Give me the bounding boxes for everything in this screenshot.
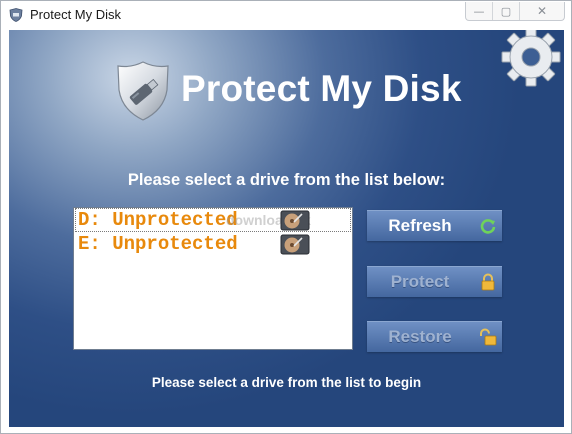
main-panel: Protect My Disk Please select a drive fr… [9, 30, 564, 427]
gear-icon[interactable] [500, 30, 562, 88]
drive-label: D: Unprotected [78, 209, 238, 231]
app-window: Protect My Disk — ▢ ✕ Protect My Disk Pl… [0, 0, 572, 434]
protect-button[interactable]: Protect [367, 266, 502, 297]
drive-list[interactable]: D: Unprotected download.sk E: Unprotecte… [73, 207, 353, 350]
hard-drive-icon [280, 210, 310, 231]
restore-button[interactable]: Restore [367, 321, 502, 352]
app-shield-icon [9, 8, 23, 22]
refresh-icon [480, 219, 496, 234]
maximize-button[interactable]: ▢ [492, 2, 519, 20]
window-title: Protect My Disk [30, 7, 122, 22]
window-controls: — ▢ ✕ [465, 2, 565, 21]
app-logo-title: Protect My Disk [181, 68, 462, 109]
protect-label: Protect [390, 272, 450, 291]
refresh-label: Refresh [388, 216, 452, 235]
drive-item-d[interactable]: D: Unprotected download.sk [75, 208, 351, 232]
close-button[interactable]: ✕ [519, 2, 564, 20]
instruction-text: Please select a drive from the list belo… [127, 171, 446, 189]
lock-closed-icon [481, 273, 495, 291]
refresh-button[interactable]: Refresh [367, 210, 502, 241]
status-text: Please select a drive from the list to b… [151, 375, 422, 390]
drive-label: E: Unprotected [78, 233, 238, 255]
restore-label: Restore [388, 327, 452, 346]
lock-open-icon [480, 328, 497, 346]
hard-drive-icon [280, 234, 310, 255]
minimize-button[interactable]: — [466, 2, 492, 20]
drive-item-e[interactable]: E: Unprotected [76, 233, 350, 255]
title-bar[interactable]: Protect My Disk — ▢ ✕ [1, 1, 571, 29]
shield-usb-icon [117, 61, 169, 121]
